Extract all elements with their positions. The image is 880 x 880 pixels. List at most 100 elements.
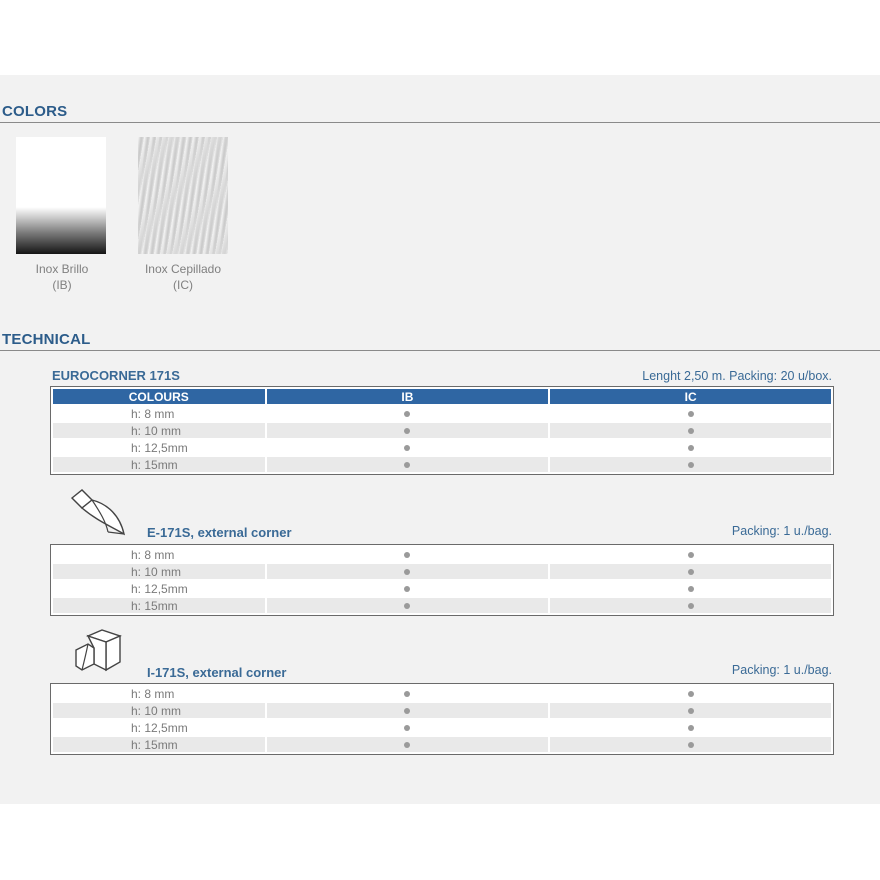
table-header-row: COLOURS IB IC — [53, 389, 831, 404]
size-cell: h: 12,5mm — [131, 720, 188, 735]
table-row: h: 10 mm — [53, 423, 831, 438]
size-cell: h: 8 mm — [131, 547, 175, 562]
swatch-label-inox-cepillado: Inox Cepillado (IC) — [128, 261, 238, 293]
availability-ib — [266, 737, 549, 752]
bullet-icon — [404, 411, 411, 418]
swatch-label-inox-brillo: Inox Brillo (IB) — [7, 261, 117, 293]
bullet-icon — [687, 603, 694, 610]
availability-ib — [267, 547, 549, 562]
internal-corner-table: h: 8 mm h: 10 mm h: 12,5mm h: 15mm — [50, 683, 834, 755]
availability-ic — [550, 737, 831, 752]
availability-ib — [266, 598, 549, 613]
bullet-icon — [687, 742, 694, 749]
eurocorner-table: COLOURS IB IC h: 8 mm h: 10 mm h: 12,5mm… — [50, 386, 834, 475]
size-cell: h: 15mm — [53, 457, 265, 472]
bullet-icon — [687, 569, 694, 576]
bullet-icon — [687, 691, 694, 698]
color-code: (IB) — [52, 278, 72, 292]
colors-divider — [0, 122, 880, 123]
table-note-external: Packing: 1 u./bag. — [731, 524, 832, 538]
size-cell: h: 15mm — [53, 737, 265, 752]
size-cell: h: 10 mm — [53, 564, 265, 579]
table-title-internal: I-171S, external corner — [147, 665, 287, 680]
bullet-icon — [687, 552, 694, 559]
availability-ic — [550, 581, 831, 596]
header-colours: COLOURS — [53, 389, 265, 404]
technical-heading: TECHNICAL — [2, 331, 91, 348]
availability-ic — [550, 423, 831, 438]
availability-ib — [267, 720, 549, 735]
color-name: Inox Cepillado — [144, 262, 222, 276]
table-row: h: 10 mm — [53, 703, 831, 718]
color-name: Inox Brillo — [35, 262, 89, 276]
availability-ib — [266, 564, 549, 579]
swatch-inox-brillo — [16, 137, 106, 254]
bullet-icon — [404, 708, 411, 715]
availability-ib — [266, 423, 549, 438]
availability-ic — [550, 720, 831, 735]
availability-ic — [550, 598, 831, 613]
bullet-icon — [404, 603, 411, 610]
availability-ic — [550, 564, 831, 579]
bullet-icon — [687, 586, 694, 593]
availability-ic — [550, 703, 831, 718]
table-row: h: 8 mm — [53, 406, 831, 421]
table-row: h: 10 mm — [53, 564, 831, 579]
availability-ib — [267, 581, 549, 596]
bullet-icon — [404, 428, 411, 435]
table-row: h: 12,5mm — [53, 720, 831, 735]
size-cell: h: 15mm — [53, 598, 265, 613]
bullet-icon — [687, 411, 694, 418]
table-row: h: 8 mm — [53, 547, 831, 562]
bullet-icon — [404, 552, 411, 559]
swatch-inox-cepillado — [138, 137, 228, 254]
availability-ib — [267, 406, 549, 421]
colors-heading: COLORS — [2, 103, 68, 120]
size-cell: h: 12,5mm — [131, 581, 188, 596]
availability-ic — [550, 406, 831, 421]
table-note-eurocorner: Lenght 2,50 m. Packing: 20 u/box. — [642, 369, 832, 383]
header-ic: IC — [550, 389, 831, 404]
availability-ib — [267, 686, 549, 701]
availability-ic — [550, 547, 831, 562]
size-cell: h: 12,5mm — [131, 440, 188, 455]
table-note-internal: Packing: 1 u./bag. — [731, 663, 832, 677]
table-row: h: 15mm — [53, 598, 831, 613]
bullet-icon — [404, 742, 411, 749]
product-panel: COLORS Inox Brillo (IB) Inox Cepillado (… — [0, 75, 880, 804]
internal-corner-icon — [75, 629, 122, 672]
table-title-eurocorner: EUROCORNER 171S — [52, 368, 180, 383]
availability-ic — [550, 440, 831, 455]
bullet-icon — [404, 725, 411, 732]
table-row: h: 15mm — [53, 737, 831, 752]
header-ib: IB — [266, 389, 549, 404]
size-cell: h: 8 mm — [131, 406, 175, 421]
availability-ib — [266, 457, 549, 472]
bullet-icon — [404, 586, 411, 593]
bullet-icon — [404, 462, 411, 469]
table-row: h: 12,5mm — [53, 581, 831, 596]
bullet-icon — [404, 569, 411, 576]
table-title-external: E-171S, external corner — [147, 525, 292, 540]
size-cell: h: 10 mm — [53, 423, 265, 438]
technical-divider — [0, 350, 880, 351]
external-corner-table: h: 8 mm h: 10 mm h: 12,5mm h: 15mm — [50, 544, 834, 616]
color-code: (IC) — [173, 278, 193, 292]
bullet-icon — [687, 428, 694, 435]
availability-ib — [267, 440, 549, 455]
availability-ic — [550, 686, 831, 701]
table-row: h: 15mm — [53, 457, 831, 472]
bullet-icon — [687, 445, 694, 452]
availability-ic — [550, 457, 831, 472]
bullet-icon — [404, 691, 411, 698]
bullet-icon — [687, 462, 694, 469]
bullet-icon — [687, 725, 694, 732]
table-row: h: 12,5mm — [53, 440, 831, 455]
external-corner-icon — [70, 489, 126, 536]
bullet-icon — [687, 708, 694, 715]
bullet-icon — [404, 445, 411, 452]
availability-ib — [266, 703, 549, 718]
size-cell: h: 10 mm — [53, 703, 265, 718]
table-row: h: 8 mm — [53, 686, 831, 701]
size-cell: h: 8 mm — [131, 686, 175, 701]
